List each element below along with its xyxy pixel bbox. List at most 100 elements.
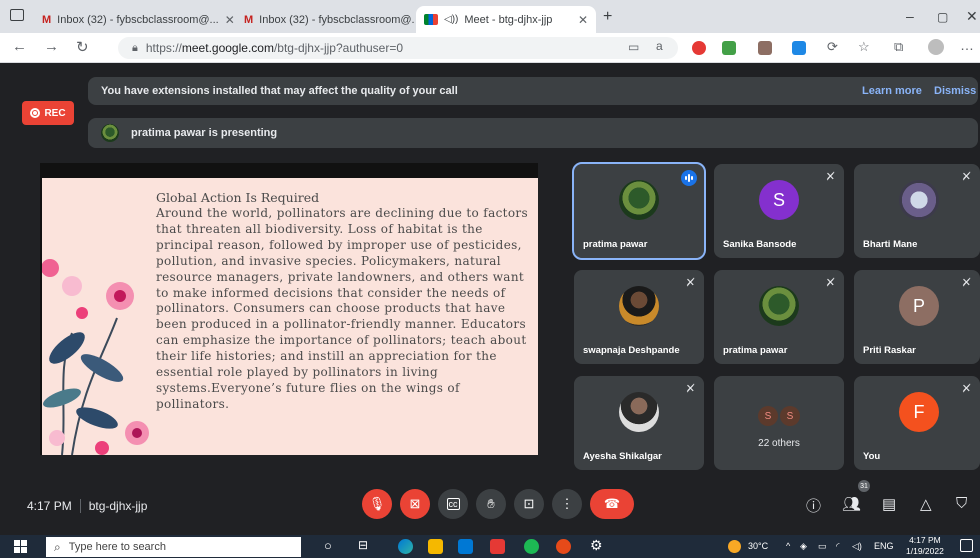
participant-tile[interactable]: pratima pawar [572,162,706,260]
host-controls-icon[interactable]: ⛉ [956,495,967,512]
meeting-details-icon[interactable]: ⓘ [806,495,821,516]
new-tab-icon[interactable]: + [603,8,612,26]
reload-icon[interactable]: ↻ [76,38,89,56]
url-input[interactable]: 🔒︎ https://meet.google.com/btg-djhx-jjp?… [118,37,678,59]
learn-more-link[interactable]: Learn more [862,85,922,97]
mic-off-icon: ✕̸ [825,277,835,289]
tab-inbox-2[interactable]: M Inbox (32) - fybscbclassroom@... ✕ [236,6,414,33]
people-icon[interactable]: 👥︎ [842,495,861,513]
extension-blue-icon[interactable] [792,41,806,55]
maximize-icon[interactable]: ▢ [937,10,948,24]
present-button[interactable]: ⊡ [514,489,544,519]
meet-logo-icon [424,14,438,25]
language-indicator[interactable]: ENG [874,541,894,551]
extension-red-icon[interactable] [692,41,706,55]
tab-label: Meet - btg-djhx-jjp [464,13,553,26]
mic-off-icon: ✕̸ [961,277,971,289]
raise-hand-button[interactable]: ✋︎ [476,489,506,519]
battery-icon[interactable]: ▭ [818,541,827,552]
participant-avatar [759,286,799,326]
close-tab-icon[interactable]: ✕ [578,13,588,27]
participant-name: Sanika Bansode [723,239,797,250]
people-count-badge: 31 [858,480,870,492]
volume-icon[interactable]: ◁) [852,541,862,552]
participant-tile[interactable]: ✕̸ Ayesha Shikalgar [574,376,704,470]
url-path: /btg-djhx-jjp?authuser=0 [273,41,404,55]
mic-off-icon: ✕̸ [961,171,971,183]
flower-illustration [42,259,149,455]
lock-icon: 🔒︎ [132,41,138,54]
store-icon[interactable] [458,539,473,554]
mic-off-icon: ✕̸ [685,277,695,289]
hand-icon: ✋︎ [487,496,495,511]
meeting-info: 4:17 PM btg-djhx-jjp [27,499,147,513]
back-icon[interactable]: ← [12,38,27,55]
participant-avatar [619,180,659,220]
participant-name: pratima pawar [583,239,648,250]
leave-call-button[interactable]: ☎︎ [590,489,634,519]
app-red-icon[interactable] [490,539,505,554]
spotify-icon[interactable] [524,539,539,554]
meet-container: You have extensions installed that may a… [0,63,980,519]
camera-off-icon: ⊠ [409,496,421,511]
extension-brown-icon[interactable] [758,41,772,55]
file-explorer-icon[interactable] [428,539,443,554]
gmail-icon: M [42,13,52,26]
participant-name: Ayesha Shikalgar [583,451,662,462]
camera-icon[interactable]: ▭ [628,40,639,54]
font-size-icon[interactable]: a [656,39,663,53]
audio-playing-icon[interactable]: ◁)) [444,14,458,25]
app-orange-icon[interactable] [556,539,571,554]
more-options-button[interactable]: ⋮ [552,489,582,519]
clock[interactable]: 4:17 PM 1/19/2022 [906,535,944,557]
participant-tile[interactable]: ✕̸ Bharti Mane [854,164,980,258]
cortana-icon[interactable]: ○ [324,538,332,553]
self-tile[interactable]: F ✕̸ You [854,376,980,470]
more-options-icon[interactable]: … [960,37,974,53]
participant-name: swapnaja Deshpande [583,345,680,356]
camera-off-button[interactable]: ⊠ [400,489,430,519]
tab-actions-icon[interactable] [10,9,24,21]
extension-green-icon[interactable] [722,41,736,55]
taskbar-search-input[interactable]: ⌕ Type here to search [46,537,301,557]
participant-tile[interactable]: P ✕̸ Priti Raskar [854,270,980,364]
dismiss-button[interactable]: Dismiss [934,85,976,97]
browser-tab-strip: M Inbox (32) - fybscbclassroom@... ✕ M I… [0,0,980,33]
chat-icon[interactable]: ▤ [882,495,896,513]
collections-icon[interactable]: ⧉ [894,39,903,55]
forward-icon[interactable]: → [44,38,59,55]
show-hidden-icons-icon[interactable]: ^ [786,541,790,551]
present-icon: ⊡ [523,496,535,511]
edge-icon[interactable] [398,539,413,554]
notifications-icon[interactable] [960,539,973,552]
url-prefix: https:// [145,41,182,55]
taskbar: ⌕ Type here to search ○ ⊟ ⚙︎ 30°C ^ ◈ ▭ … [0,535,980,558]
extensions-icon[interactable]: ⟳ [827,39,838,55]
tab-label: Inbox (32) - fybscbclassroom@... [259,13,414,26]
profile-avatar[interactable] [928,39,944,55]
tab-inbox-1[interactable]: M Inbox (32) - fybscbclassroom@... ✕ [34,6,234,33]
others-tile[interactable]: S S 22 others [714,376,844,470]
tab-meet[interactable]: ◁)) Meet - btg-djhx-jjp ✕ [416,6,596,33]
participant-tile[interactable]: ✕̸ pratima pawar [714,270,844,364]
close-window-icon[interactable]: ✕ [966,8,978,25]
network-icon[interactable]: ◈ [800,541,807,552]
participant-tile[interactable]: S ✕̸ Sanika Bansode [714,164,844,258]
wifi-icon[interactable]: ◜ [836,541,840,552]
close-tab-icon[interactable]: ✕ [225,13,234,27]
temperature: 30°C [748,541,769,551]
task-view-icon[interactable]: ⊟ [358,538,368,552]
windows-start-icon[interactable] [14,540,27,553]
minimize-icon[interactable]: – [906,8,914,24]
mic-off-icon: ✕̸ [825,171,835,183]
favorites-icon[interactable]: ☆ [858,39,870,55]
activities-icon[interactable]: △ [920,495,932,513]
captions-button[interactable]: cc [438,489,468,519]
participant-tile[interactable]: ✕̸ swapnaja Deshpande [574,270,704,364]
url-text: https://meet.google.com/btg-djhx-jjp?aut… [146,41,403,55]
settings-icon[interactable]: ⚙︎ [590,537,603,554]
mic-off-button[interactable]: 🎙︎ [362,489,392,519]
participant-name: pratima pawar [723,345,788,356]
speaking-indicator-icon [681,170,697,186]
meeting-time: 4:17 PM [27,499,72,513]
